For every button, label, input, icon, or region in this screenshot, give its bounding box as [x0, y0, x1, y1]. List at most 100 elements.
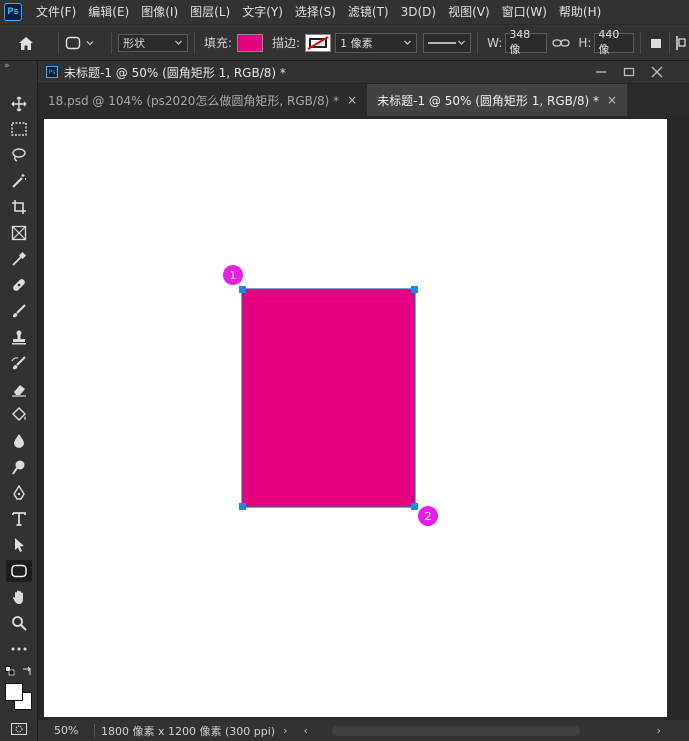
bandage-icon — [13, 279, 25, 291]
canvas-workspace: 1 2 — [38, 116, 689, 720]
document-canvas[interactable]: 1 2 — [44, 119, 667, 717]
menu-file[interactable]: 文件(F) — [30, 0, 82, 24]
drop-icon — [14, 434, 24, 448]
dodge-tool[interactable] — [6, 456, 32, 478]
height-input[interactable]: 440 像 — [594, 28, 635, 56]
fill-color-swatch[interactable] — [237, 33, 264, 52]
stroke-type-select[interactable] — [423, 32, 472, 53]
menu-3d[interactable]: 3D(D) — [395, 0, 442, 24]
photoshop-logo[interactable]: Ps — [4, 3, 22, 21]
mode-select[interactable]: 形状 — [118, 33, 188, 52]
quick-mask-icon[interactable] — [11, 723, 27, 735]
eraser-tool[interactable] — [6, 378, 32, 400]
collapse-panel-icon[interactable]: » — [4, 61, 10, 71]
corner-handle-top-left[interactable] — [239, 286, 246, 293]
lasso-icon — [12, 148, 26, 162]
move-tool[interactable] — [6, 93, 32, 115]
rounded-rectangle-shape[interactable] — [241, 288, 416, 508]
menu-type[interactable]: 文字(Y) — [236, 0, 289, 24]
brush-tool[interactable] — [6, 300, 32, 322]
corner-handle-bottom-right[interactable] — [411, 503, 418, 510]
rounded-rectangle-tool[interactable] — [6, 560, 32, 582]
options-bar: 形状 填充: 描边: 1 像素 W: 348 像 H: 440 像 — [0, 24, 689, 61]
document-ps-icon: Ps — [46, 66, 58, 78]
stamp-icon — [12, 330, 26, 345]
move-icon — [11, 96, 27, 112]
scroll-right-icon[interactable]: › — [657, 724, 661, 737]
chevron-down-icon — [458, 40, 466, 45]
menu-window[interactable]: 窗口(W) — [496, 0, 553, 24]
separator — [477, 31, 479, 54]
tab-18-psd[interactable]: 18.psd @ 104% (ps2020怎么做圆角矩形, RGB/8) * × — [38, 84, 367, 116]
edit-toolbar-button[interactable] — [6, 638, 32, 660]
width-input[interactable]: 348 像 — [505, 28, 548, 56]
crop-tool[interactable] — [6, 196, 32, 218]
scroll-left-icon[interactable]: ‹ — [303, 724, 307, 737]
chevron-right-icon[interactable]: › — [283, 724, 287, 737]
document-tabs: 18.psd @ 104% (ps2020怎么做圆角矩形, RGB/8) * ×… — [38, 84, 689, 116]
path-alignment-icon[interactable] — [676, 35, 686, 51]
blur-tool[interactable] — [6, 430, 32, 452]
magnifier-icon — [12, 616, 27, 631]
close-tab-icon[interactable]: × — [607, 93, 617, 107]
frame-tool[interactable] — [6, 222, 32, 244]
minimize-icon[interactable] — [595, 67, 607, 77]
pen-icon — [13, 485, 25, 500]
menu-help[interactable]: 帮助(H) — [553, 0, 607, 24]
lasso-tool[interactable] — [6, 144, 32, 166]
menu-edit[interactable]: 编辑(E) — [82, 0, 135, 24]
home-icon — [19, 36, 33, 50]
link-icon[interactable] — [552, 37, 570, 49]
close-icon[interactable] — [651, 66, 663, 78]
maximize-icon[interactable] — [623, 67, 635, 77]
paint-bucket-tool[interactable] — [6, 404, 32, 426]
foreground-color-swatch[interactable] — [5, 683, 23, 701]
corner-handle-top-right[interactable] — [411, 286, 418, 293]
zoom-tool[interactable] — [6, 612, 32, 634]
menu-view[interactable]: 视图(V) — [442, 0, 496, 24]
tool-preset-picker[interactable] — [65, 25, 105, 60]
separator — [669, 31, 671, 54]
stroke-width-value: 1 像素 — [340, 36, 373, 50]
more-icon — [11, 647, 27, 651]
stroke-color-swatch[interactable] — [305, 33, 332, 52]
healing-brush-tool[interactable] — [6, 274, 32, 296]
clone-stamp-tool[interactable] — [6, 326, 32, 348]
canvas-artwork: 1 2 — [223, 265, 438, 526]
corner-handle-bottom-left[interactable] — [239, 503, 246, 510]
document-info[interactable]: 1800 像素 x 1200 像素 (300 ppi) — [101, 723, 275, 739]
path-selection-tool[interactable] — [6, 534, 32, 556]
separator — [111, 31, 112, 54]
chevron-down-icon — [175, 40, 182, 45]
eyedropper-tool[interactable] — [6, 248, 32, 270]
path-operations-icon[interactable] — [649, 36, 663, 50]
default-colors-icon[interactable] — [5, 666, 15, 676]
menu-image[interactable]: 图像(I) — [135, 0, 184, 24]
pen-tool[interactable] — [6, 482, 32, 504]
annotation-marker-2-label: 2 — [425, 510, 432, 523]
marquee-icon — [11, 122, 27, 136]
menu-select[interactable]: 选择(S) — [289, 0, 342, 24]
zoom-level[interactable]: 50% — [38, 724, 88, 737]
close-tab-icon[interactable]: × — [347, 93, 357, 107]
tab-untitled-1[interactable]: 未标题-1 @ 50% (圆角矩形 1, RGB/8) * × — [367, 84, 628, 116]
horizontal-scrollbar[interactable] — [331, 725, 580, 736]
type-tool[interactable] — [6, 508, 32, 530]
fill-label: 填充: — [204, 36, 233, 50]
home-button[interactable] — [0, 25, 52, 60]
swap-colors-icon[interactable] — [22, 666, 32, 676]
menu-layer[interactable]: 图层(L) — [184, 0, 236, 24]
separator — [194, 31, 195, 54]
brush-icon — [13, 304, 26, 318]
no-stroke-icon — [307, 35, 329, 50]
tab-label: 18.psd @ 104% (ps2020怎么做圆角矩形, RGB/8) * — [48, 93, 340, 108]
marquee-tool[interactable] — [6, 118, 32, 140]
menu-filter[interactable]: 滤镜(T) — [342, 0, 395, 24]
height-label: H: — [578, 35, 592, 50]
frame-icon — [11, 225, 27, 241]
magic-wand-tool[interactable] — [6, 170, 32, 192]
vertical-scrollbar[interactable] — [671, 119, 685, 717]
hand-tool[interactable] — [6, 586, 32, 608]
history-brush-tool[interactable] — [6, 352, 32, 374]
stroke-width-field[interactable]: 1 像素 — [335, 32, 418, 53]
